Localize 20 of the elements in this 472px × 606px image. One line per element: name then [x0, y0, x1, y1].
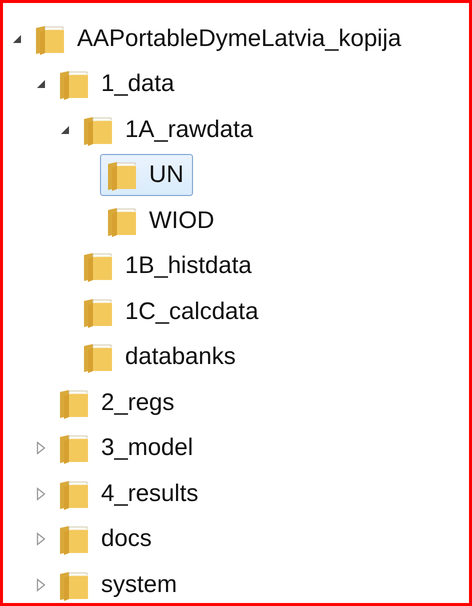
tree-item[interactable]: 2_regs — [52, 382, 184, 424]
expanded-arrow-icon[interactable] — [11, 32, 23, 45]
collapsed-arrow-icon[interactable] — [36, 578, 46, 592]
tree-item[interactable]: WIOD — [100, 200, 224, 242]
tree-item[interactable]: AAPortableDymeLatvia_kopija — [28, 18, 410, 60]
tree-item[interactable]: system — [52, 564, 186, 603]
expanded-arrow-icon[interactable] — [35, 78, 47, 90]
tree-item[interactable]: 3_model — [52, 427, 202, 470]
tree-item[interactable]: 4_results — [52, 472, 208, 515]
tree-item[interactable]: 1A_rawdata — [76, 108, 262, 151]
tree-item[interactable]: docs — [52, 518, 161, 560]
tree-item[interactable]: 1_data — [52, 63, 184, 106]
tree-item[interactable]: UN — [100, 154, 193, 196]
tree-item[interactable]: 1B_histdata — [76, 245, 261, 288]
collapsed-arrow-icon[interactable] — [36, 532, 46, 546]
collapsed-arrow-icon[interactable] — [36, 441, 46, 456]
tree-item[interactable]: 1C_calcdata — [76, 290, 268, 333]
tree-item[interactable]: databanks — [76, 336, 245, 378]
collapsed-arrow-icon[interactable] — [36, 486, 46, 501]
expanded-arrow-icon[interactable] — [59, 124, 71, 136]
